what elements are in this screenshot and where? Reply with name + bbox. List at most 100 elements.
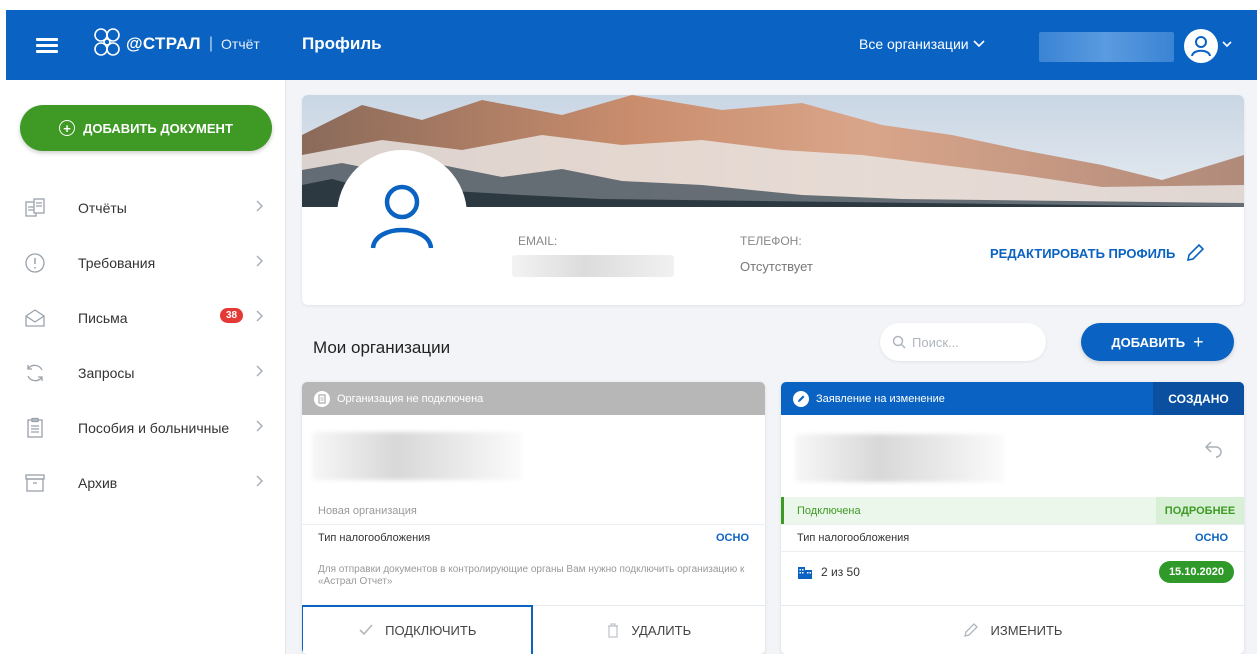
sidebar-item-label: Письма [78,309,128,326]
tax-value: ОСНО [1195,532,1228,544]
logo[interactable]: @СТРАЛ | Отчёт [92,24,260,64]
org-status-text: Новая организация [318,504,417,517]
connection-status-row: Подключена ПОДРОБНЕЕ [781,497,1244,524]
edit-label: ИЗМЕНИТЬ [990,622,1063,638]
org-card: Организация не подключена Новая организа… [302,382,765,654]
chevron-right-icon [256,310,264,322]
user-name-redacted[interactable] [1039,32,1174,62]
org-card: Заявление на изменение СОЗДАНО Подключен… [781,382,1244,654]
org-status-row: Новая организация [302,497,765,524]
reports-icon [25,197,45,217]
tax-row: Тип налогообложения ОСНО [781,524,1244,551]
chevron-right-icon [256,475,264,487]
status-badge: СОЗДАНО [1153,382,1244,415]
profile-avatar[interactable] [339,152,465,278]
sidebar-item-label: Отчёты [78,199,127,216]
connect-label: ПОДКЛЮЧИТЬ [385,622,477,638]
org-name-redacted [795,434,1005,482]
plus-icon: + [1193,331,1204,352]
sidebar-item-requests[interactable]: Запросы [6,345,286,400]
sidebar-item-archive[interactable]: Архив [6,455,286,510]
edit-profile-label: РЕДАКТИРОВАТЬ ПРОФИЛЬ [990,245,1176,261]
chevron-down-icon [973,40,985,48]
sidebar-item-label: Пособия и больничные [78,419,230,436]
refresh-icon [27,364,43,381]
app-window: @СТРАЛ | Отчёт Профиль Все организации +… [6,10,1257,654]
card-actions: ПОДКЛЮЧИТЬ УДАЛИТЬ [302,605,765,654]
menu-icon[interactable] [36,38,58,54]
sidebar-item-label: Архив [78,474,118,491]
logo-mark-icon [94,28,120,56]
pencil-icon [963,623,978,637]
org-name-redacted [312,432,522,480]
top-header: @СТРАЛ | Отчёт Профиль Все организации [6,10,1257,80]
pencil-circle-icon [793,390,809,407]
check-icon [359,624,373,636]
phone-value: Отсутствует [740,259,813,274]
tax-value: ОСНО [716,532,749,544]
edit-profile-button[interactable]: РЕДАКТИРОВАТЬ ПРОФИЛЬ [990,243,1205,263]
main-content: EMAIL: ТЕЛЕФОН: Отсутствует РЕДАКТИРОВАТ… [286,80,1257,654]
org-selector[interactable]: Все организации [859,36,985,52]
clipboard-icon [27,417,43,438]
card-actions: ИЗМЕНИТЬ [781,605,1244,654]
sidebar-item-benefits[interactable]: Пособия и больничные [6,400,286,455]
document-icon [314,390,330,407]
org-search[interactable] [880,323,1046,361]
usage-text: 2 из 50 [821,564,860,579]
alert-circle-icon [25,252,45,273]
sidebar-item-label: Запросы [78,364,135,381]
tax-label: Тип налогообложения [797,532,910,544]
chevron-right-icon [256,255,264,267]
envelope-icon [25,308,45,327]
chevron-down-icon[interactable] [1222,41,1232,48]
tax-label: Тип налогообложения [318,532,431,544]
search-icon [892,335,906,349]
card-header: Заявление на изменение СОЗДАНО [781,382,1244,415]
delete-label: УДАЛИТЬ [631,622,692,638]
orgs-section-title: Мои организации [313,338,451,357]
logo-divider: | [208,35,214,52]
card-header: Организация не подключена [302,382,765,415]
details-button[interactable]: ПОДРОБНЕЕ [1156,497,1244,524]
chevron-right-icon [256,420,264,432]
search-input[interactable] [912,334,1032,350]
pencil-icon [1187,243,1205,262]
logo-brand: @СТРАЛ [126,34,201,53]
user-icon [370,184,434,249]
chevron-right-icon [256,200,264,212]
undo-icon[interactable] [1204,440,1224,458]
edit-button[interactable]: ИЗМЕНИТЬ [781,606,1244,654]
page-title: Профиль [302,34,382,53]
phone-label: ТЕЛЕФОН: [740,234,802,248]
building-icon [798,566,812,579]
user-icon [1191,36,1211,57]
add-document-button[interactable]: + ДОБАВИТЬ ДОКУМЕНТ [20,105,272,151]
sidebar-item-requirements[interactable]: Требования [6,235,286,290]
add-organization-label: ДОБАВИТЬ [1111,334,1186,350]
sidebar-item-label: Требования [78,254,156,271]
connect-button[interactable]: ПОДКЛЮЧИТЬ [302,605,534,654]
date-badge: 15.10.2020 [1158,560,1234,583]
logo-product: Отчёт [221,36,260,52]
unread-count-badge: 38 [220,308,244,323]
chevron-right-icon [256,365,264,377]
delete-button[interactable]: УДАЛИТЬ [534,606,766,654]
add-organization-button[interactable]: ДОБАВИТЬ + [1081,323,1234,361]
sidebar-nav: Отчёты Требования Письма 38 Запросы Посо… [6,180,286,510]
user-avatar[interactable] [1184,29,1218,63]
email-value-redacted [512,255,674,277]
archive-icon [25,473,45,492]
sidebar-item-reports[interactable]: Отчёты [6,180,286,235]
email-label: EMAIL: [518,234,558,248]
connection-status-text: Подключена [797,504,861,517]
add-document-label: ДОБАВИТЬ ДОКУМЕНТ [83,120,233,136]
sidebar: + ДОБАВИТЬ ДОКУМЕНТ Отчёты Требования Пи… [6,80,286,654]
tax-row: Тип налогообложения ОСНО [302,524,765,551]
connect-hint: Для отправки документов в контролирующие… [318,564,745,587]
usage-row: 2 из 50 15.10.2020 [781,551,1244,591]
plus-circle-icon: + [59,120,76,136]
sidebar-item-letters[interactable]: Письма 38 [6,290,286,345]
card-header-label: Заявление на изменение [816,392,945,405]
trash-icon [608,622,619,638]
